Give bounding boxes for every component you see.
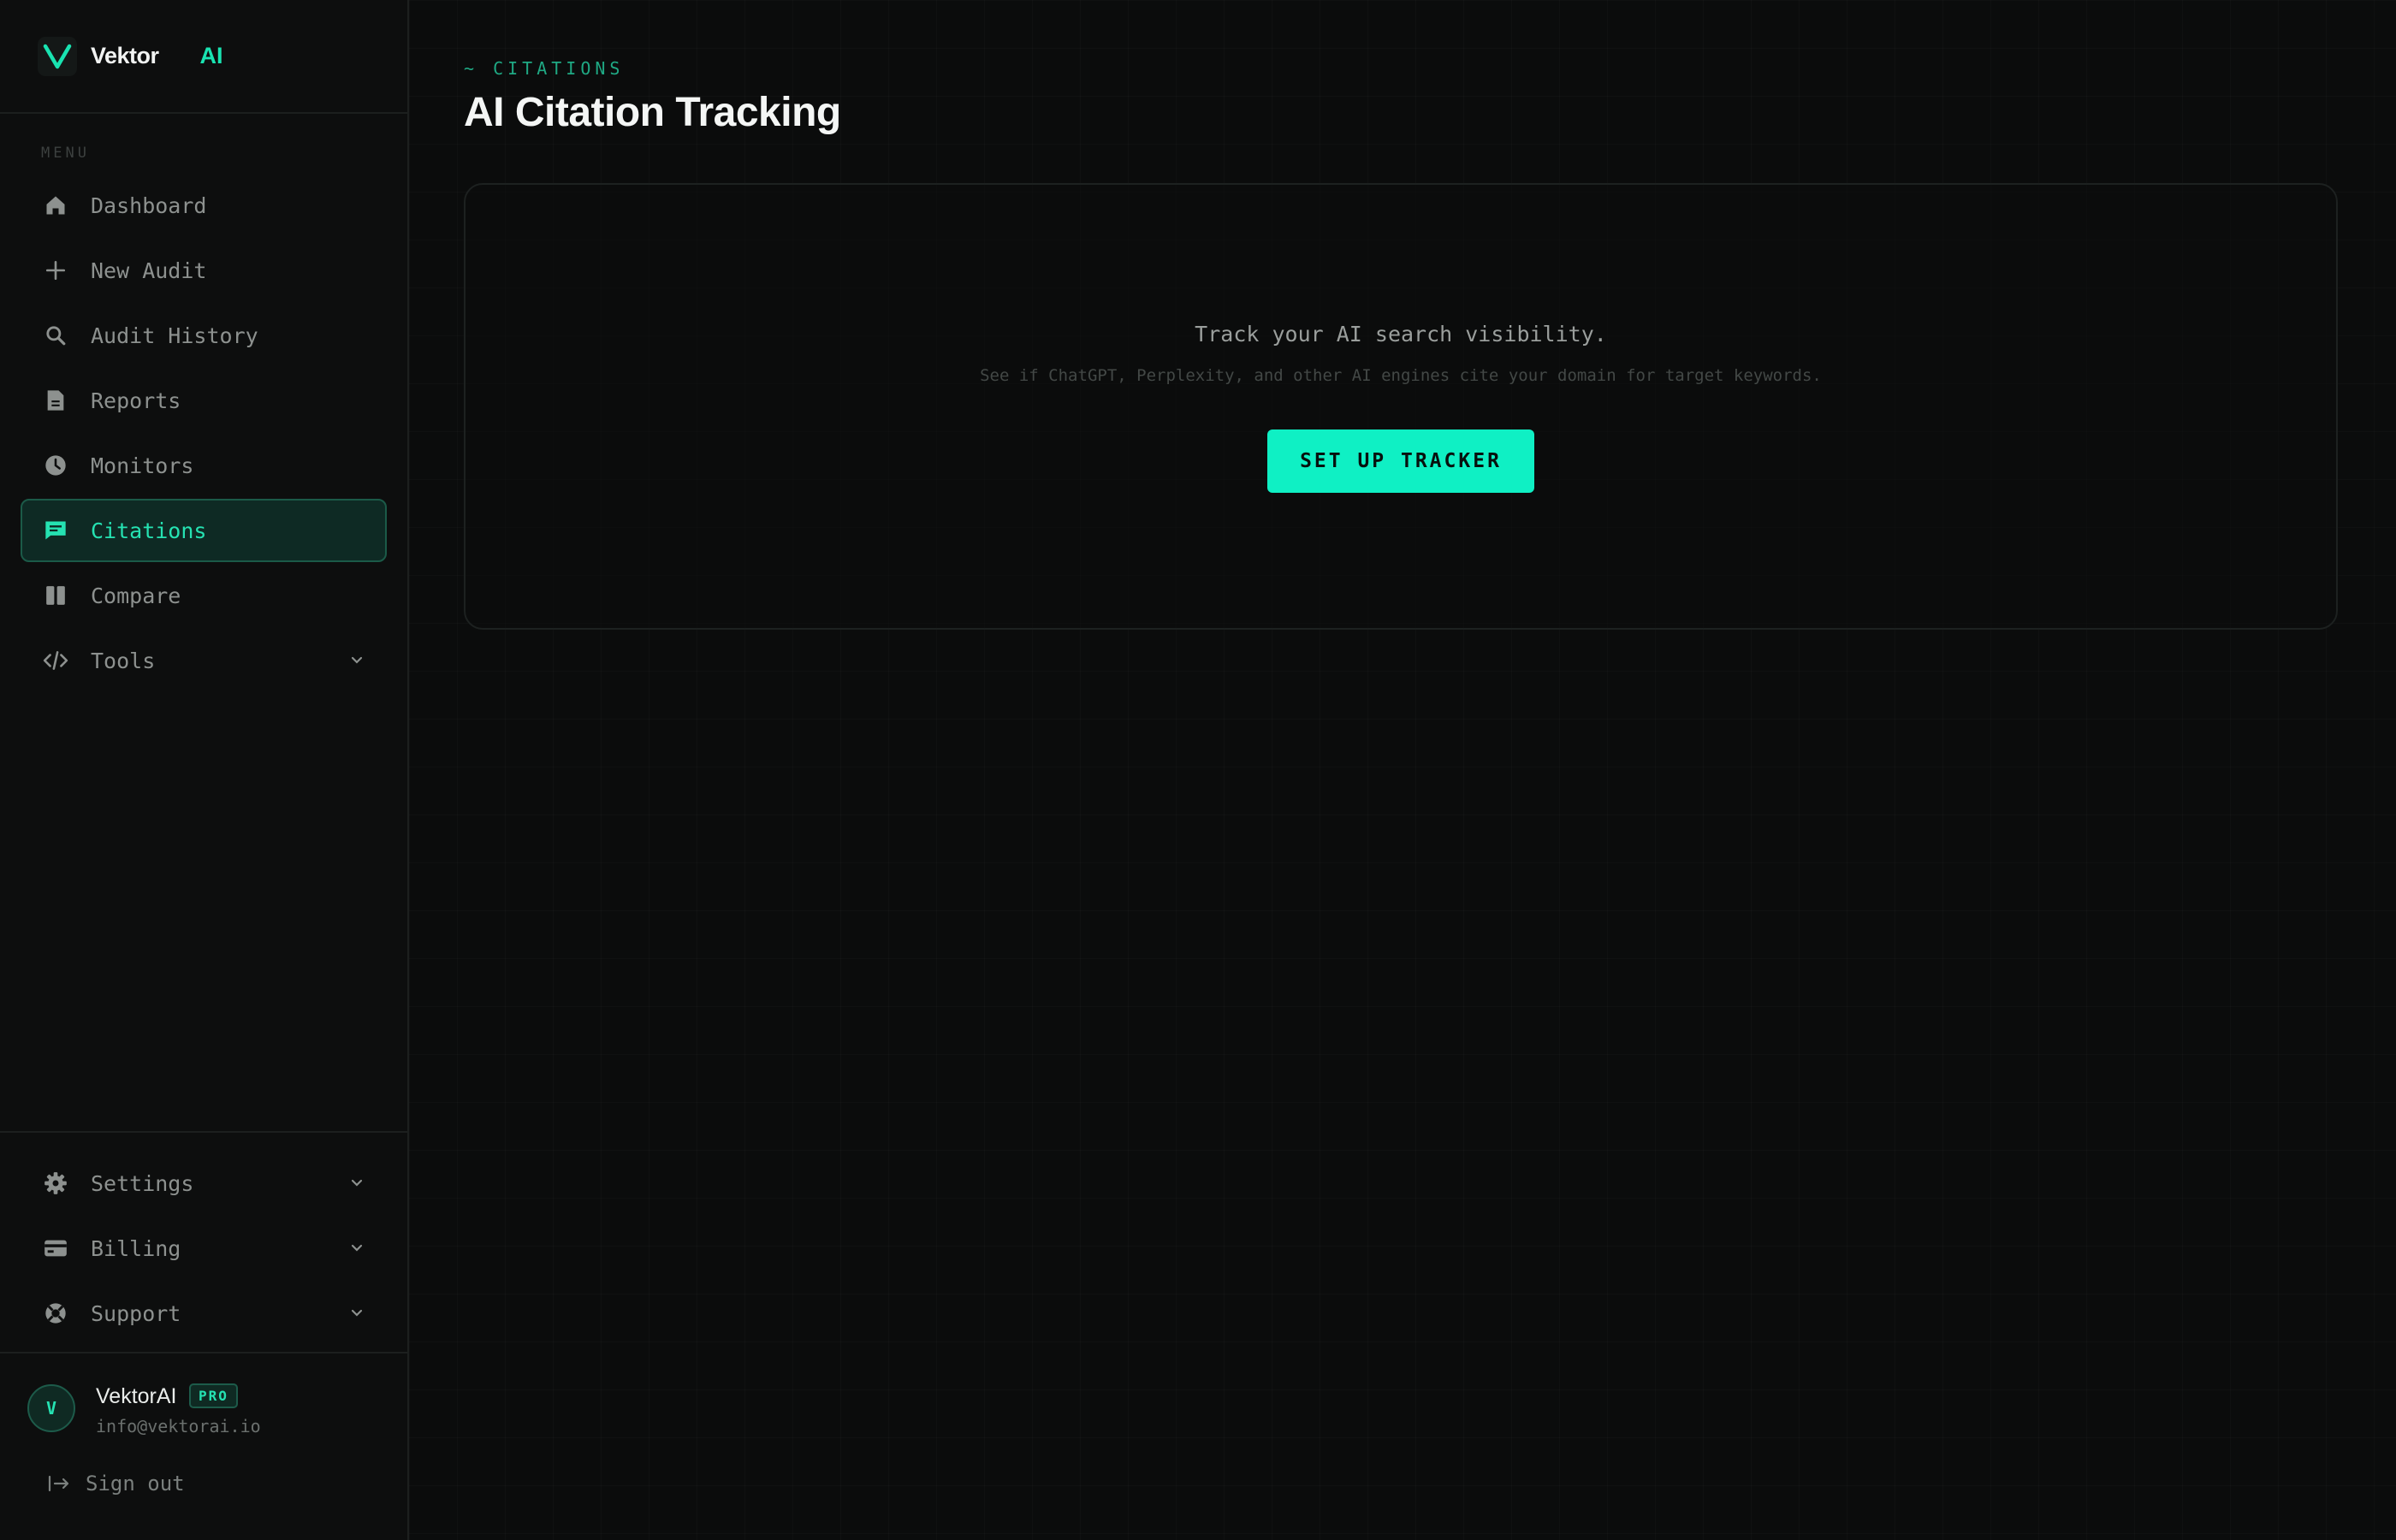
page-title: AI Citation Tracking [464, 90, 841, 135]
sidebar-item-monitors[interactable]: Monitors [21, 434, 387, 497]
chevron-down-icon[interactable] [349, 653, 365, 668]
vektor-logo-icon[interactable] [38, 36, 77, 76]
user-email: info@vektorai.io [96, 1416, 261, 1436]
sign-out-button[interactable]: Sign out [48, 1472, 185, 1496]
chevron-down-icon[interactable] [349, 1176, 365, 1191]
empty-state-title: Track your AI search visibility. [1195, 322, 1607, 346]
sidebar-item-label: Support [91, 1300, 181, 1326]
set-up-tracker-button[interactable]: SET UP TRACKER [1267, 429, 1534, 493]
sidebar-item-reports[interactable]: Reports [21, 369, 387, 432]
document-icon [43, 388, 68, 413]
sidebar-item-audit-history[interactable]: Audit History [21, 304, 387, 367]
app-root: Vektor AI MENU Dashboard New Audit Audit… [0, 0, 2396, 1540]
sidebar-nav: Dashboard New Audit Audit History Report… [0, 174, 407, 694]
brand-ai-tag: AI [199, 43, 223, 68]
main-content: ~ CITATIONS AI Citation Tracking Track y… [409, 0, 2396, 1540]
lifebuoy-icon [43, 1300, 68, 1326]
sidebar-item-citations[interactable]: Citations [21, 499, 387, 562]
menu-section-label: MENU [41, 145, 90, 162]
sidebar-item-support[interactable]: Support [21, 1282, 387, 1345]
empty-state-subtitle: See if ChatGPT, Perplexity, and other AI… [980, 366, 1822, 385]
sidebar-item-label: Monitors [91, 453, 194, 478]
user-panel: V VektorAI PRO info@vektorai.io Sign out [0, 1352, 407, 1540]
sidebar-item-label: Tools [91, 648, 156, 673]
sidebar-item-compare[interactable]: Compare [21, 564, 387, 627]
section-eyebrow: ~ CITATIONS [464, 58, 625, 79]
sidebar-item-label: Audit History [91, 323, 258, 348]
empty-state-card: Track your AI search visibility. See if … [464, 183, 2338, 630]
sidebar-item-label: Citations [91, 518, 207, 543]
clock-icon [43, 453, 68, 478]
sign-out-icon [48, 1472, 70, 1495]
user-name: VektorAI [96, 1384, 177, 1408]
brand-name: Vektor [91, 43, 159, 68]
chat-bubble-icon [43, 518, 68, 543]
sidebar-bottom-nav: Settings Billing Support [0, 1131, 407, 1347]
sidebar-item-label: Dashboard [91, 192, 207, 218]
sidebar-item-label: Compare [91, 583, 181, 608]
sidebar: Vektor AI MENU Dashboard New Audit Audit… [0, 0, 409, 1540]
plan-badge: PRO [189, 1383, 238, 1408]
columns-icon [43, 583, 68, 608]
sidebar-item-label: Billing [91, 1235, 181, 1261]
sidebar-item-label: Settings [91, 1170, 194, 1196]
plus-icon [43, 258, 68, 283]
sidebar-item-billing[interactable]: Billing [21, 1217, 387, 1280]
avatar[interactable]: V [27, 1384, 75, 1432]
sidebar-item-settings[interactable]: Settings [21, 1152, 387, 1215]
gear-icon [43, 1170, 68, 1196]
brand-header: Vektor AI [0, 0, 407, 114]
sidebar-item-label: New Audit [91, 258, 207, 283]
sidebar-item-tools[interactable]: Tools [21, 629, 387, 692]
chevron-down-icon[interactable] [349, 1306, 365, 1321]
sidebar-item-new-audit[interactable]: New Audit [21, 239, 387, 302]
sidebar-item-dashboard[interactable]: Dashboard [21, 174, 387, 237]
sidebar-item-label: Reports [91, 388, 181, 413]
credit-card-icon [43, 1235, 68, 1261]
home-icon [43, 192, 68, 218]
sign-out-label: Sign out [86, 1472, 185, 1496]
search-icon [43, 323, 68, 348]
chevron-down-icon[interactable] [349, 1241, 365, 1256]
code-icon [43, 648, 68, 673]
